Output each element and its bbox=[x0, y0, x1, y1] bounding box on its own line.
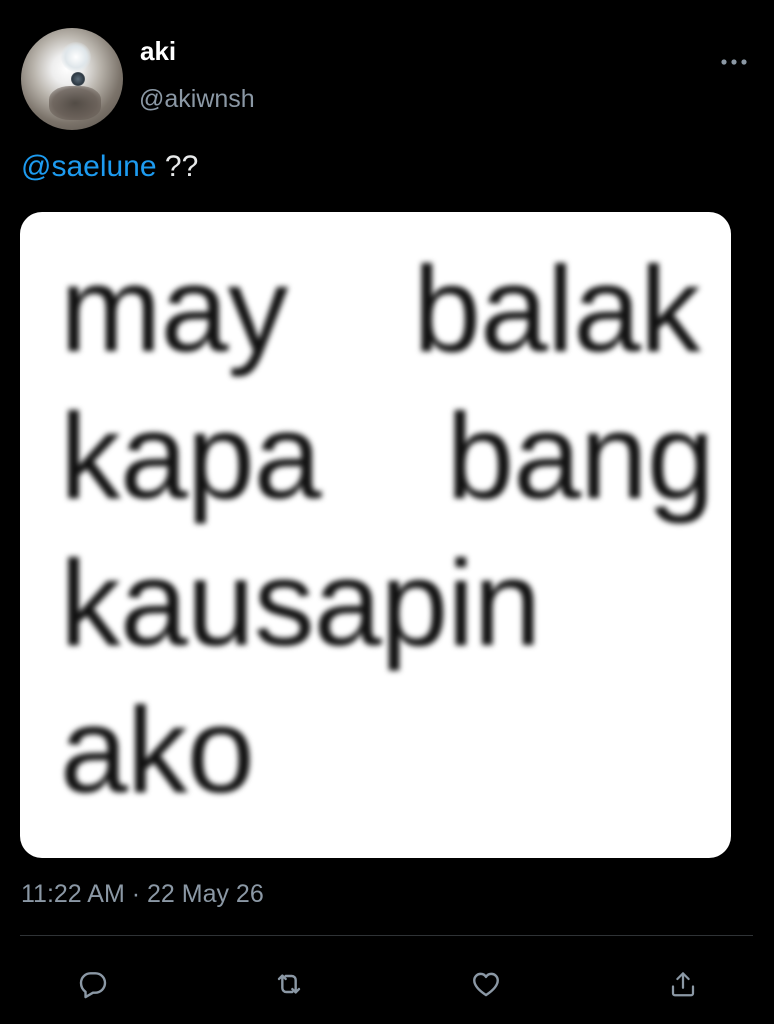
avatar-detail bbox=[71, 72, 85, 86]
tweet-text: @saelune ?? bbox=[21, 150, 198, 184]
share-icon bbox=[671, 972, 695, 997]
more-icon bbox=[721, 59, 747, 65]
tweet-media-image[interactable]: may balak kapa bang kausapin ako bbox=[20, 212, 731, 858]
more-options-button[interactable] bbox=[716, 52, 752, 72]
like-button[interactable] bbox=[466, 964, 506, 1004]
media-image-text: may balak kapa bang kausapin ako bbox=[60, 241, 715, 818]
tweet-detail: aki @akiwnsh @saelune ?? may balak kapa … bbox=[0, 0, 774, 1024]
share-button[interactable] bbox=[663, 964, 703, 1004]
heart-icon bbox=[473, 972, 499, 997]
retweet-icon bbox=[277, 974, 301, 994]
divider bbox=[20, 935, 753, 936]
avatar[interactable] bbox=[21, 28, 123, 130]
mention-link[interactable]: @saelune bbox=[21, 150, 157, 183]
avatar-highlight bbox=[61, 42, 91, 72]
reply-icon bbox=[79, 972, 107, 999]
tweet-text-suffix: ?? bbox=[156, 150, 199, 183]
user-handle[interactable]: @akiwnsh bbox=[139, 85, 255, 114]
avatar-shadow bbox=[49, 86, 101, 120]
retweet-button[interactable] bbox=[269, 964, 309, 1004]
tweet-timestamp[interactable]: 11:22 AM · 22 May 26 bbox=[21, 880, 264, 909]
display-name[interactable]: aki bbox=[140, 36, 176, 67]
reply-button[interactable] bbox=[73, 964, 113, 1004]
